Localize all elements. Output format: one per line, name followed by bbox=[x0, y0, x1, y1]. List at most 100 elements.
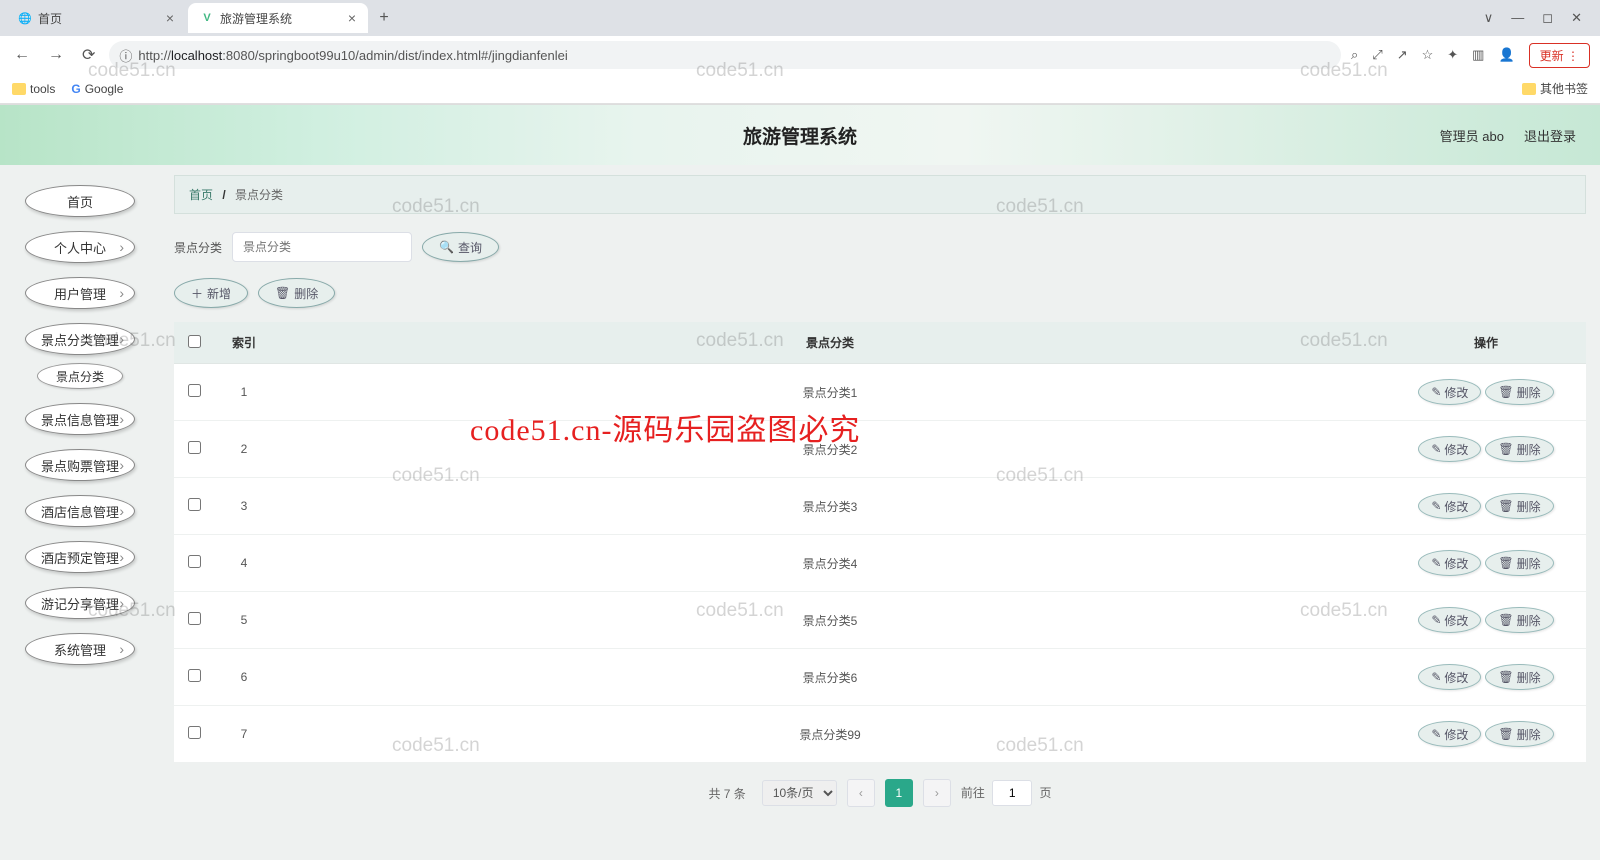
sidebar-item[interactable]: 个人中心 bbox=[25, 231, 135, 263]
trash-icon: 🗑 bbox=[1498, 499, 1513, 513]
star-icon[interactable]: ☆ bbox=[1422, 47, 1434, 63]
delete-row-button[interactable]: 🗑 删除 bbox=[1485, 664, 1553, 690]
breadcrumb-sep: / bbox=[222, 188, 225, 202]
search-button[interactable]: 🔍 查询 bbox=[422, 232, 499, 262]
new-tab-button[interactable]: + bbox=[370, 4, 398, 32]
edit-button[interactable]: ✎ 修改 bbox=[1418, 436, 1481, 462]
select-all-checkbox[interactable] bbox=[188, 335, 201, 348]
url-text: http://localhost:8080/springboot99u10/ad… bbox=[138, 48, 567, 63]
row-index: 7 bbox=[214, 706, 274, 763]
sidebar-item[interactable]: 酒店预定管理 bbox=[25, 541, 135, 573]
tab-bar: 🌐 首页 × V 旅游管理系统 × + ∨ — ◻ ✕ bbox=[0, 0, 1600, 36]
main-content: 首页 / 景点分类 景点分类 🔍 查询 ＋ 新增 🗑 删除 bbox=[160, 165, 1600, 860]
edit-button[interactable]: ✎ 修改 bbox=[1418, 607, 1481, 633]
delete-row-button[interactable]: 🗑 删除 bbox=[1485, 436, 1553, 462]
folder-icon bbox=[1522, 83, 1536, 95]
table-row: 2景点分类2✎ 修改🗑 删除 bbox=[174, 421, 1586, 478]
bookmark-other[interactable]: 其他书签 bbox=[1522, 80, 1588, 97]
reload-button[interactable]: ⟳ bbox=[78, 45, 99, 65]
row-checkbox[interactable] bbox=[188, 555, 201, 568]
translate-icon[interactable]: ⤢ bbox=[1372, 47, 1382, 63]
delete-row-button[interactable]: 🗑 删除 bbox=[1485, 493, 1553, 519]
close-icon[interactable]: × bbox=[166, 10, 174, 26]
panel-icon[interactable]: ▥ bbox=[1472, 47, 1484, 63]
globe-icon: 🌐 bbox=[18, 11, 32, 25]
page-size-select[interactable]: 10条/页 bbox=[762, 780, 837, 806]
url-input[interactable]: ⓘ http://localhost:8080/springboot99u10/… bbox=[109, 41, 1341, 69]
chevron-down-icon[interactable]: ∨ bbox=[1484, 10, 1494, 26]
extensions-icon[interactable]: ✦ bbox=[1447, 47, 1458, 63]
sidebar-item[interactable]: 系统管理 bbox=[25, 633, 135, 665]
prev-page-button[interactable]: ‹ bbox=[847, 779, 875, 807]
pagination-total: 共 7 条 bbox=[708, 785, 745, 802]
back-button[interactable]: ← bbox=[10, 46, 34, 64]
close-window-icon[interactable]: ✕ bbox=[1571, 10, 1582, 26]
sidebar-item[interactable]: 游记分享管理 bbox=[25, 587, 135, 619]
trash-icon: 🗑 bbox=[1498, 442, 1513, 456]
row-index: 4 bbox=[214, 535, 274, 592]
browser-tab-home[interactable]: 🌐 首页 × bbox=[6, 3, 186, 33]
forward-button[interactable]: → bbox=[44, 46, 68, 64]
edit-button[interactable]: ✎ 修改 bbox=[1418, 664, 1481, 690]
minimize-icon[interactable]: — bbox=[1511, 10, 1524, 26]
plus-icon: ＋ bbox=[191, 285, 203, 302]
sidebar-item[interactable]: 酒店信息管理 bbox=[25, 495, 135, 527]
action-row: ＋ 新增 🗑 删除 bbox=[174, 278, 1586, 308]
close-icon[interactable]: × bbox=[348, 10, 356, 26]
sidebar-item[interactable]: 首页 bbox=[25, 185, 135, 217]
delete-row-button[interactable]: 🗑 删除 bbox=[1485, 721, 1553, 747]
sidebar-item[interactable]: 景点分类管理 bbox=[25, 323, 135, 355]
folder-icon bbox=[12, 83, 26, 95]
info-icon: ⓘ bbox=[119, 46, 132, 65]
delete-row-button[interactable]: 🗑 删除 bbox=[1485, 379, 1553, 405]
sidebar-subitem[interactable]: 景点分类 bbox=[37, 363, 123, 389]
search-input[interactable] bbox=[232, 232, 412, 262]
header-category: 景点分类 bbox=[274, 322, 1386, 364]
delete-button[interactable]: 🗑 删除 bbox=[258, 278, 335, 308]
window-controls: ∨ — ◻ ✕ bbox=[1484, 10, 1594, 26]
edit-button[interactable]: ✎ 修改 bbox=[1418, 721, 1481, 747]
update-button[interactable]: 更新 ⋮ bbox=[1529, 43, 1590, 68]
edit-button[interactable]: ✎ 修改 bbox=[1418, 493, 1481, 519]
profile-icon[interactable]: 👤 bbox=[1498, 47, 1514, 63]
row-checkbox[interactable] bbox=[188, 726, 201, 739]
page-jump-input[interactable] bbox=[992, 780, 1032, 806]
bookmarks-bar: tools GGoogle 其他书签 bbox=[0, 74, 1600, 104]
edit-icon: ✎ bbox=[1431, 442, 1441, 456]
edit-icon: ✎ bbox=[1431, 613, 1441, 627]
logout-button[interactable]: 退出登录 bbox=[1524, 126, 1576, 145]
delete-row-button[interactable]: 🗑 删除 bbox=[1485, 607, 1553, 633]
row-checkbox[interactable] bbox=[188, 612, 201, 625]
app-title: 旅游管理系统 bbox=[743, 122, 857, 149]
sidebar-item[interactable]: 景点信息管理 bbox=[25, 403, 135, 435]
row-checkbox[interactable] bbox=[188, 669, 201, 682]
next-page-button[interactable]: › bbox=[923, 779, 951, 807]
search-row: 景点分类 🔍 查询 bbox=[174, 232, 1586, 262]
page-number-current[interactable]: 1 bbox=[885, 779, 913, 807]
sidebar-item[interactable]: 景点购票管理 bbox=[25, 449, 135, 481]
edit-button[interactable]: ✎ 修改 bbox=[1418, 550, 1481, 576]
edit-button[interactable]: ✎ 修改 bbox=[1418, 379, 1481, 405]
sidebar-item[interactable]: 用户管理 bbox=[25, 277, 135, 309]
add-button[interactable]: ＋ 新增 bbox=[174, 278, 248, 308]
delete-row-button[interactable]: 🗑 删除 bbox=[1485, 550, 1553, 576]
share-icon[interactable]: ↗ bbox=[1397, 47, 1408, 63]
header-index: 索引 bbox=[214, 322, 274, 364]
key-icon[interactable]: ⌕ bbox=[1351, 47, 1358, 63]
bookmark-tools[interactable]: tools bbox=[12, 82, 55, 96]
row-checkbox[interactable] bbox=[188, 384, 201, 397]
row-category: 景点分类4 bbox=[274, 535, 1386, 592]
browser-tab-active[interactable]: V 旅游管理系统 × bbox=[188, 3, 368, 33]
table-row: 5景点分类5✎ 修改🗑 删除 bbox=[174, 592, 1586, 649]
row-checkbox[interactable] bbox=[188, 498, 201, 511]
row-index: 3 bbox=[214, 478, 274, 535]
bookmark-google[interactable]: GGoogle bbox=[71, 82, 123, 96]
sidebar: 首页个人中心用户管理景点分类管理景点分类景点信息管理景点购票管理酒店信息管理酒店… bbox=[0, 165, 160, 860]
google-icon: G bbox=[71, 82, 80, 96]
edit-icon: ✎ bbox=[1431, 670, 1441, 684]
row-checkbox[interactable] bbox=[188, 441, 201, 454]
row-index: 2 bbox=[214, 421, 274, 478]
breadcrumb-home[interactable]: 首页 bbox=[189, 188, 213, 202]
maximize-icon[interactable]: ◻ bbox=[1542, 10, 1553, 26]
user-label[interactable]: 管理员 abo bbox=[1440, 126, 1504, 145]
